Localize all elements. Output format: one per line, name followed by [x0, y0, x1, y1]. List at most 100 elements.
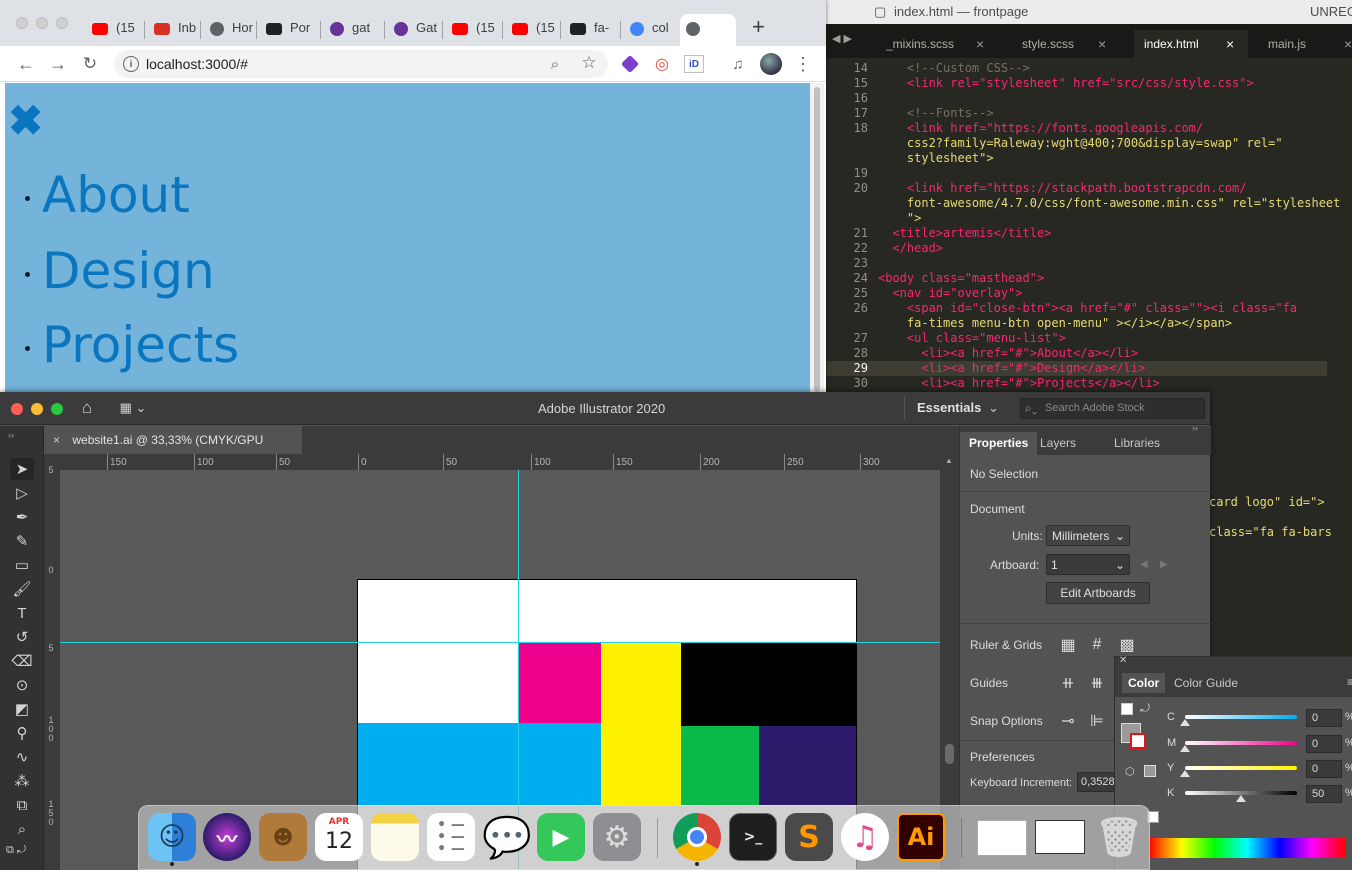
- tab-nav-arrows-icon[interactable]: ◀ ▶: [832, 32, 852, 45]
- purple-swatch[interactable]: [759, 726, 856, 805]
- guides-icon[interactable]: ⧺: [1057, 672, 1079, 694]
- document-tab[interactable]: × website1.ai @ 33,33% (CMYK/GPU Preview…: [44, 426, 302, 475]
- tab-properties[interactable]: Properties: [960, 432, 1038, 455]
- itunes-app-icon[interactable]: ♫: [841, 813, 889, 861]
- calendar-app-icon[interactable]: APR 12: [315, 813, 363, 861]
- vertical-ruler[interactable]: 5 0 5 1 0 0 1 5 0: [44, 454, 60, 870]
- channel-value-input[interactable]: 0: [1306, 735, 1342, 753]
- siri-app-icon[interactable]: 〰: [203, 813, 251, 861]
- tab-layers[interactable]: Layers: [1031, 432, 1085, 455]
- cyan-swatch[interactable]: [358, 723, 601, 805]
- menu-item-projects[interactable]: Projects: [25, 315, 239, 375]
- paintbrush-tool-icon[interactable]: 🖌: [10, 578, 34, 600]
- channel-value-input[interactable]: 50: [1306, 785, 1342, 803]
- minimize-window-button[interactable]: [36, 17, 48, 29]
- extension-swirl-icon[interactable]: ◎: [652, 54, 672, 74]
- yellow-swatch[interactable]: [601, 643, 681, 805]
- tab-mixins[interactable]: _mixins.scss ×: [876, 30, 996, 58]
- curvature-tool-icon[interactable]: ✎: [10, 530, 34, 552]
- browser-tab[interactable]: (15: [506, 14, 564, 46]
- slider-knob[interactable]: [1180, 719, 1190, 726]
- page-scrollbar[interactable]: [810, 83, 824, 395]
- fill-stroke-swap-icon[interactable]: ⧉ ⤾: [6, 844, 26, 857]
- forward-icon[interactable]: →: [48, 54, 68, 74]
- reload-icon[interactable]: ↻: [80, 54, 100, 74]
- chrome-app-icon[interactable]: [673, 813, 721, 866]
- collapse-panel-icon[interactable]: ››: [1192, 423, 1198, 433]
- stock-search-input[interactable]: ⌕⌄ Search Adobe Stock: [1020, 398, 1205, 419]
- browser-tab[interactable]: (15: [446, 14, 504, 46]
- zoom-window-button[interactable]: [51, 403, 63, 415]
- minimize-window-button[interactable]: [31, 403, 43, 415]
- back-icon[interactable]: ←: [16, 54, 36, 74]
- extension-id-icon[interactable]: iD: [684, 55, 704, 73]
- slider-y[interactable]: Y 0%: [1167, 760, 1352, 780]
- browser-tab[interactable]: col: [624, 14, 682, 46]
- extension-cube-icon[interactable]: [620, 54, 640, 74]
- workspace-switcher[interactable]: Essentials: [917, 400, 981, 415]
- channel-value-input[interactable]: 0: [1306, 760, 1342, 778]
- tab-libraries[interactable]: Libraries: [1105, 432, 1169, 455]
- collapse-panel-icon[interactable]: ››: [8, 430, 14, 440]
- tab-color[interactable]: Color: [1122, 673, 1166, 693]
- terminal-app-icon[interactable]: >_: [729, 813, 777, 861]
- chevron-down-icon[interactable]: ⌄: [988, 400, 999, 416]
- out-of-gamut-icon[interactable]: ⬡: [1125, 765, 1135, 778]
- slider-knob[interactable]: [1180, 745, 1190, 752]
- close-window-button[interactable]: [16, 17, 28, 29]
- green-swatch[interactable]: [681, 726, 759, 805]
- facetime-app-icon[interactable]: ▶: [537, 813, 585, 861]
- close-icon[interactable]: ×: [53, 433, 60, 447]
- close-icon[interactable]: ×: [1344, 30, 1352, 58]
- grid-icon[interactable]: #: [1086, 634, 1108, 656]
- lasso-tool-icon[interactable]: ⊙: [10, 674, 34, 696]
- selection-tool-icon[interactable]: ➤: [10, 458, 34, 480]
- prev-artboard-icon[interactable]: ◀: [1140, 559, 1148, 570]
- zoom-tool-icon[interactable]: ⌕: [10, 818, 34, 840]
- snap-to-point-icon[interactable]: ⊸: [1057, 710, 1079, 732]
- close-icon[interactable]: ×: [1098, 30, 1106, 58]
- contacts-app-icon[interactable]: ☻: [259, 813, 307, 861]
- type-tool-icon[interactable]: T: [10, 602, 34, 624]
- browser-tab[interactable]: [680, 14, 736, 46]
- default-fill-stroke-icon[interactable]: [1121, 703, 1133, 715]
- documents-stack[interactable]: [1035, 820, 1085, 854]
- edit-artboards-button[interactable]: Edit Artboards: [1046, 582, 1150, 604]
- menu-kebab-icon[interactable]: ⋮: [794, 54, 812, 74]
- minimap[interactable]: [1327, 58, 1352, 358]
- artboard-tool-icon[interactable]: ⧉: [10, 794, 34, 816]
- slider-k[interactable]: K 50%: [1167, 785, 1352, 805]
- slider-track[interactable]: [1185, 741, 1297, 745]
- panel-menu-icon[interactable]: ≡: [1347, 675, 1352, 689]
- channel-value-input[interactable]: 0: [1306, 709, 1342, 727]
- web-safe-swatch[interactable]: [1144, 765, 1156, 777]
- system-preferences-app-icon[interactable]: ⚙: [593, 813, 641, 861]
- downloads-stack[interactable]: [977, 820, 1027, 856]
- magenta-swatch[interactable]: [519, 643, 601, 723]
- scrollbar-thumb[interactable]: [814, 87, 820, 392]
- gradient-tool-icon[interactable]: ◩: [10, 698, 34, 720]
- ruler-icon[interactable]: ▦: [1057, 634, 1079, 656]
- artboard-select[interactable]: 1 ⌄: [1046, 554, 1130, 575]
- menu-link[interactable]: Design: [25, 242, 215, 300]
- slider-track[interactable]: [1185, 766, 1297, 770]
- home-icon[interactable]: ⌂: [77, 398, 97, 418]
- stroke-swatch[interactable]: [1130, 733, 1146, 749]
- sublime-app-icon[interactable]: S: [785, 813, 833, 861]
- next-artboard-icon[interactable]: ▶: [1160, 559, 1168, 570]
- menu-link[interactable]: About: [25, 166, 190, 224]
- slider-knob[interactable]: [1180, 770, 1190, 777]
- swap-fill-stroke-icon[interactable]: ⤾: [1140, 701, 1150, 716]
- tab-main[interactable]: main.js ×: [1258, 30, 1352, 58]
- trash-icon[interactable]: 🗑: [1095, 813, 1143, 861]
- black-swatch[interactable]: [681, 643, 856, 726]
- smart-guides-icon[interactable]: ⧻: [1086, 672, 1108, 694]
- eraser-tool-icon[interactable]: ⌫: [10, 650, 34, 672]
- browser-tab[interactable]: gat: [324, 14, 382, 46]
- bookmark-star-icon[interactable]: ☆: [580, 53, 598, 72]
- blend-tool-icon[interactable]: ∿: [10, 746, 34, 768]
- address-bar[interactable]: i localhost:3000/# ⌕ ☆: [114, 50, 608, 78]
- slider-m[interactable]: M 0%: [1167, 735, 1352, 755]
- symbol-sprayer-tool-icon[interactable]: ⁂: [10, 770, 34, 792]
- transparency-grid-icon[interactable]: ▩: [1116, 634, 1138, 656]
